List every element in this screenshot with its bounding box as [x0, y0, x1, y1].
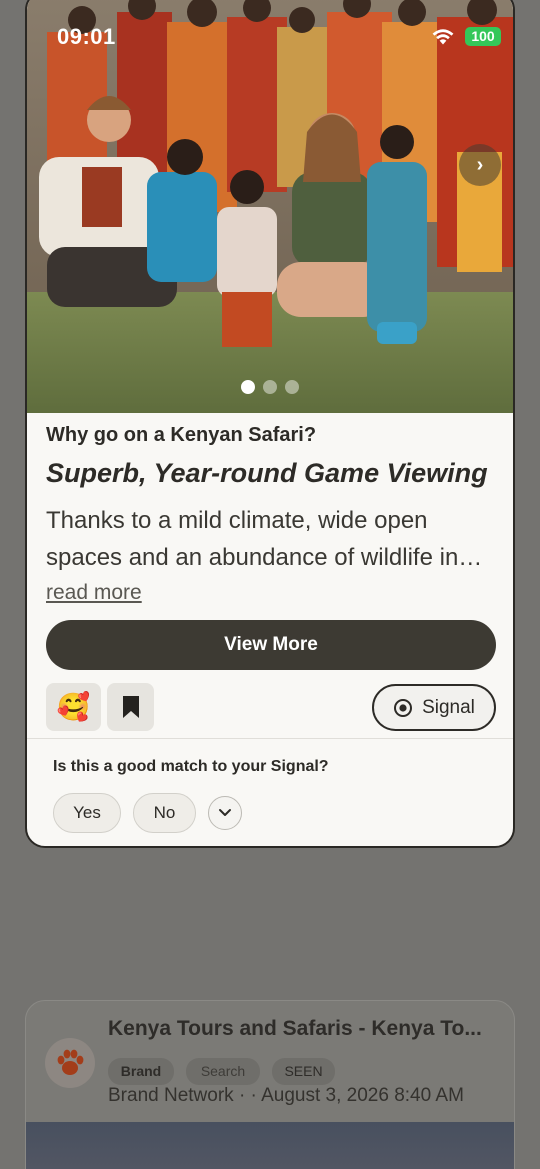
- reaction-button[interactable]: 🥰: [46, 683, 101, 731]
- carousel-dot-2[interactable]: [263, 380, 277, 394]
- post-card: › Why go on a Kenyan Safari? Superb, Yea…: [25, 0, 515, 848]
- carousel-dot-1[interactable]: [241, 380, 255, 394]
- chevron-down-icon: [219, 809, 231, 816]
- match-question: Is this a good match to your Signal?: [53, 758, 329, 775]
- divider: [27, 738, 513, 739]
- post-body: Thanks to a mild climate, wide open spac…: [46, 502, 501, 576]
- post-body-line: spaces and an abundance of wildlife in…: [46, 544, 483, 571]
- next-post-image[interactable]: [26, 1122, 514, 1169]
- post-body-line: Thanks to a mild climate, wide open: [46, 507, 428, 534]
- paw-print-icon: [57, 1049, 84, 1075]
- yes-button[interactable]: Yes: [53, 793, 121, 833]
- bookmark-icon: [122, 696, 139, 718]
- signal-target-icon: [394, 698, 413, 717]
- post-headline: Superb, Year-round Game Viewing: [46, 458, 488, 488]
- no-button[interactable]: No: [133, 793, 196, 833]
- tag-search: Search: [186, 1058, 260, 1085]
- expand-feedback-button[interactable]: [208, 796, 242, 830]
- view-more-button[interactable]: View More: [46, 620, 496, 670]
- signal-button[interactable]: Signal: [372, 684, 496, 731]
- carousel-next-button[interactable]: ›: [459, 144, 501, 186]
- post-eyebrow: Why go on a Kenyan Safari?: [46, 424, 317, 446]
- next-post-title[interactable]: Kenya Tours and Safaris - Kenya To...: [108, 1017, 482, 1041]
- carousel-indicator: [241, 380, 299, 394]
- signal-label: Signal: [422, 696, 475, 718]
- tag-seen: SEEN: [272, 1058, 335, 1085]
- tag-brand: Brand: [108, 1058, 174, 1085]
- smiling-face-with-hearts-icon: 🥰: [56, 691, 91, 722]
- next-post-card[interactable]: Kenya Tours and Safaris - Kenya To... Br…: [25, 1000, 515, 1169]
- clock: 09:01: [57, 24, 116, 49]
- battery-indicator: 100: [465, 27, 501, 46]
- next-post-meta: Brand Network · · August 3, 2026 8:40 AM: [108, 1085, 464, 1106]
- carousel-dot-3[interactable]: [285, 380, 299, 394]
- bookmark-button[interactable]: [107, 683, 154, 731]
- read-more-link[interactable]: read more: [46, 581, 142, 605]
- status-bar: 09:01 100: [0, 0, 540, 70]
- wifi-icon: [432, 29, 454, 45]
- brand-avatar[interactable]: [45, 1038, 95, 1088]
